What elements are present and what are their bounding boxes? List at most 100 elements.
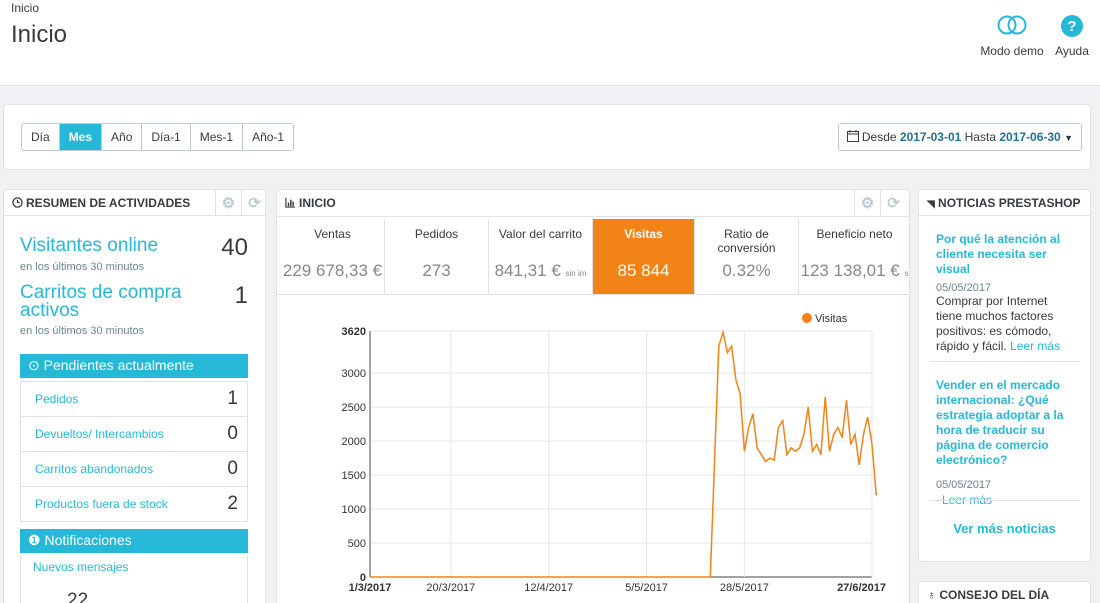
date-from-label: Desde <box>861 130 897 144</box>
demo-mode-label: Modo demo <box>980 44 1044 58</box>
visits-line-chart: 05001000150020002500300036201/3/2017 20/3… <box>342 313 886 594</box>
lightbulb-icon: ♁ <box>927 588 936 602</box>
period-year-button[interactable]: Año <box>102 124 143 150</box>
help-icon: ? <box>1061 15 1083 37</box>
period-day-button[interactable]: Día <box>22 124 60 150</box>
pending-row-returns[interactable]: Devueltos/ Intercambios 0 <box>21 416 247 451</box>
news-item-title[interactable]: Por qué la atención al cliente necesita … <box>936 232 1076 277</box>
page-title: Inicio <box>11 21 68 48</box>
kpi-label: Ventas <box>314 227 351 241</box>
news-divider <box>930 500 1080 501</box>
page-header: Inicio Inicio Modo demo ? Ayuda <box>0 0 1100 86</box>
kpi-label: Valor del carrito <box>498 227 583 241</box>
new-messages-label[interactable]: Nuevos mensajes <box>21 555 247 579</box>
breadcrumb[interactable]: Inicio <box>11 1 39 15</box>
notifications-title: Notificaciones <box>44 532 132 548</box>
gear-icon[interactable]: ⚙ <box>215 190 241 216</box>
news-item-date: 05/05/2017 <box>936 479 992 491</box>
activity-title: Resumen de actividades <box>26 196 191 210</box>
gear-icon[interactable]: ⚙ <box>854 190 880 216</box>
x-tick-label: 1/3/2017 <box>349 582 392 594</box>
pending-value: 2 <box>227 493 238 514</box>
pending-row-out-of-stock[interactable]: Productos fuera de stock 2 <box>21 486 247 521</box>
refresh-icon[interactable]: ⟳ <box>880 190 906 216</box>
kpi-suffix: s <box>904 269 909 278</box>
kpi-suffix: sin im <box>565 269 587 278</box>
caret-down-icon: ▼ <box>1064 133 1073 143</box>
y-tick-label: 3620 <box>342 326 366 338</box>
clock-icon: ⊙ <box>28 357 40 373</box>
pending-value: 0 <box>227 423 238 444</box>
tip-panel-header: ♁ Consejo del día <box>919 582 1090 603</box>
x-tick-label: 20/3/2017 <box>426 582 475 594</box>
kpi-net-profit[interactable]: Beneficio neto 123 138,01 € s <box>799 219 910 294</box>
calendar-icon <box>846 130 859 142</box>
activity-panel-header: Resumen de actividades ⚙ ⟳ <box>4 190 265 216</box>
toggle-icon <box>997 15 1027 35</box>
date-range-picker[interactable]: Desde 2017-03-01 Hasta 2017-06-30 ▼ <box>837 123 1082 151</box>
x-tick-label: 12/4/2017 <box>524 582 573 594</box>
news-item: Por qué la atención al cliente necesita … <box>936 232 1076 354</box>
legend-label: Visitas <box>815 313 848 325</box>
clock-icon <box>12 197 23 208</box>
dashboard-panel-header: Inicio ⚙ ⟳ <box>277 190 909 216</box>
kpi-value: 85 844 <box>593 261 694 281</box>
bar-chart-icon <box>285 197 296 208</box>
read-more-link[interactable]: Leer más <box>1010 339 1060 353</box>
y-tick-label: 2000 <box>342 436 366 448</box>
rss-icon: ◥ <box>927 199 935 210</box>
tip-title: Consejo del día <box>939 588 1050 602</box>
period-prev-year-button[interactable]: Año-1 <box>243 124 293 150</box>
active-carts-label[interactable]: Carritos de compra activos <box>20 283 200 320</box>
period-selector: Día Mes Año Día-1 Mes-1 Año-1 <box>21 123 295 151</box>
refresh-icon[interactable]: ⟳ <box>241 190 265 216</box>
kpi-value-text: 273 <box>422 261 451 280</box>
news-divider <box>930 361 1080 362</box>
kpi-visits[interactable]: Visitas 85 844 <box>593 219 695 294</box>
visitors-online-value: 40 <box>221 234 248 261</box>
y-tick-label: 1500 <box>342 470 366 482</box>
y-tick-label: 3000 <box>342 368 366 380</box>
visitors-online-label[interactable]: Visitantes online <box>20 236 158 255</box>
help-label: Ayuda <box>1055 44 1089 58</box>
pending-row-orders[interactable]: Pedidos 1 <box>21 381 247 416</box>
notifications-list: Nuevos mensajes 22 <box>20 555 248 603</box>
date-from: 2017-03-01 <box>899 130 962 144</box>
help-button[interactable]: ? Ayuda <box>1052 14 1092 58</box>
kpi-sales[interactable]: Ventas 229 678,33 € <box>281 219 385 294</box>
news-item-title[interactable]: Vender en el mercado internacional: ¿Qué… <box>936 378 1076 468</box>
info-icon: ❶ <box>28 532 41 548</box>
kpi-orders[interactable]: Pedidos 273 <box>385 219 489 294</box>
pending-value: 0 <box>227 458 238 479</box>
date-to-label: Hasta <box>964 130 996 144</box>
period-prev-day-button[interactable]: Día-1 <box>142 124 191 150</box>
kpi-label: Pedidos <box>414 227 459 241</box>
kpi-cart-value[interactable]: Valor del carrito 841,31 € sin im <box>489 219 593 294</box>
period-prev-month-button[interactable]: Mes-1 <box>191 124 244 150</box>
visitors-online-sub: en los últimos 30 minutos <box>20 261 145 273</box>
kpi-divider <box>277 294 909 295</box>
date-to: 2017-06-30 <box>999 130 1061 144</box>
svg-text:?: ? <box>1067 18 1076 35</box>
kpi-label: Beneficio neto <box>816 227 893 241</box>
visits-series-line <box>370 329 878 578</box>
notifications-header: ❶ Notificaciones <box>20 529 248 553</box>
x-tick-label: 28/5/2017 <box>720 582 769 594</box>
pending-value: 1 <box>227 388 238 409</box>
y-tick-label: 2500 <box>342 402 366 414</box>
kpi-value-text: 841,31 € <box>494 261 561 280</box>
dashboard-title: Inicio <box>299 196 336 210</box>
pending-label: Carritos abandonados <box>35 462 154 476</box>
legend-swatch <box>802 313 812 323</box>
period-month-button[interactable]: Mes <box>59 124 103 150</box>
kpi-label: Ratio de conversión <box>717 227 776 255</box>
x-tick-label: 27/6/2017 <box>837 582 886 594</box>
pending-row-abandoned-carts[interactable]: Carritos abandonados 0 <box>21 451 247 486</box>
news-item: Vender en el mercado internacional: ¿Qué… <box>936 378 1076 507</box>
kpi-conversion[interactable]: Ratio de conversión 0.32% <box>695 219 799 294</box>
kpi-value-text: 0.32% <box>722 261 771 280</box>
kpi-value: 273 <box>385 261 488 281</box>
demo-mode-button[interactable]: Modo demo <box>979 14 1045 58</box>
kpi-label: Visitas <box>624 227 663 241</box>
more-news-link[interactable]: Ver más noticias <box>918 521 1091 536</box>
